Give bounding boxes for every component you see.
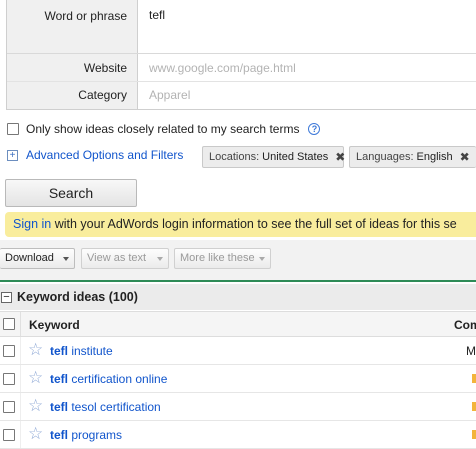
advanced-options: + Advanced Options and Filters <box>7 148 183 162</box>
competition-value: M <box>466 344 476 358</box>
chip-value: United States <box>262 151 329 163</box>
keyword-ideas-header: − Keyword ideas (100) <box>0 284 476 310</box>
competition-bar <box>472 430 476 439</box>
advanced-options-link[interactable]: Advanced Options and Filters <box>26 148 183 162</box>
only-related-option: Only show ideas closely related to my se… <box>7 121 321 137</box>
website-input[interactable]: www.google.com/page.html <box>137 54 476 81</box>
keyword-link[interactable]: tefl programs <box>50 428 122 442</box>
column-divider <box>20 365 21 392</box>
sign-in-banner: Sign in with your AdWords login informat… <box>5 212 476 237</box>
help-icon[interactable]: ? <box>308 123 321 135</box>
column-divider <box>20 393 21 420</box>
table-row: ☆ tefl programs <box>0 421 476 449</box>
row-checkbox[interactable] <box>3 429 15 441</box>
results-toolbar: Download View as text More like these <box>0 240 476 282</box>
language-filter-chip[interactable]: Languages: English ✖ <box>349 146 476 168</box>
competition-column-header[interactable]: Com <box>454 318 476 332</box>
only-related-label[interactable]: Only show ideas closely related to my se… <box>26 122 299 136</box>
search-form: Word or phrase tefl Website www.google.c… <box>6 0 476 110</box>
star-icon[interactable]: ☆ <box>28 425 43 443</box>
download-button[interactable]: Download <box>0 248 75 269</box>
keyword-link[interactable]: tefl institute <box>50 344 113 358</box>
competition-bar <box>472 374 476 383</box>
table-row: ☆ tefl institute M <box>0 337 476 365</box>
category-label: Category <box>7 82 137 109</box>
website-row: Website www.google.com/page.html <box>7 54 476 82</box>
table-row: ☆ tefl tesol certification <box>0 393 476 421</box>
keyword-rest: certification online <box>68 372 168 386</box>
download-label: Download <box>5 252 54 264</box>
star-icon[interactable]: ☆ <box>28 397 43 415</box>
more-like-these-button[interactable]: More like these <box>174 248 271 269</box>
banner-text: with your AdWords login information to s… <box>51 217 457 231</box>
website-label: Website <box>7 54 137 81</box>
more-like-these-label: More like these <box>180 252 255 264</box>
only-related-checkbox[interactable] <box>7 123 19 135</box>
keyword-link[interactable]: tefl certification online <box>50 372 167 386</box>
competition-bar <box>472 402 476 411</box>
chip-value: English <box>416 151 453 163</box>
keyword-bold: tefl <box>50 372 68 386</box>
chip-key: Locations: <box>209 151 260 163</box>
keyword-rest: tesol certification <box>68 400 161 414</box>
select-all-checkbox[interactable] <box>3 318 15 330</box>
keyword-column-header[interactable]: Keyword <box>29 318 80 332</box>
view-as-text-button[interactable]: View as text <box>81 248 169 269</box>
plus-icon[interactable]: + <box>7 149 18 161</box>
column-divider <box>20 312 21 336</box>
caret-down-icon <box>259 257 265 261</box>
keyword-rest: programs <box>68 428 123 442</box>
row-checkbox[interactable] <box>3 345 15 357</box>
keyword-rest: institute <box>68 344 113 358</box>
column-divider <box>20 421 21 448</box>
keyword-bold: tefl <box>50 344 68 358</box>
caret-down-icon <box>63 257 69 261</box>
column-divider <box>20 337 21 364</box>
caret-down-icon <box>157 257 163 261</box>
table-header: Keyword Com <box>0 311 476 337</box>
sign-in-link[interactable]: Sign in <box>13 217 51 231</box>
row-checkbox[interactable] <box>3 373 15 385</box>
row-checkbox[interactable] <box>3 401 15 413</box>
chip-key: Languages: <box>356 151 414 163</box>
search-button[interactable]: Search <box>5 179 137 207</box>
table-row: ☆ tefl certification online <box>0 365 476 393</box>
category-row: Category Apparel <box>7 82 476 109</box>
star-icon[interactable]: ☆ <box>28 341 43 359</box>
word-or-phrase-input[interactable]: tefl <box>137 0 476 53</box>
keyword-link[interactable]: tefl tesol certification <box>50 400 161 414</box>
location-filter-chip[interactable]: Locations: United States ✖ <box>202 146 345 168</box>
category-input[interactable]: Apparel <box>137 82 476 109</box>
star-icon[interactable]: ☆ <box>28 369 43 387</box>
x-icon[interactable]: ✖ <box>460 150 470 164</box>
word-or-phrase-row: Word or phrase tefl <box>7 0 476 54</box>
keyword-bold: tefl <box>50 428 68 442</box>
keyword-ideas-title: Keyword ideas (100) <box>17 290 138 304</box>
word-or-phrase-label: Word or phrase <box>7 0 137 53</box>
minus-icon[interactable]: − <box>1 291 12 303</box>
view-as-text-label: View as text <box>87 252 147 264</box>
x-icon[interactable]: ✖ <box>335 150 345 164</box>
keyword-bold: tefl <box>50 400 68 414</box>
